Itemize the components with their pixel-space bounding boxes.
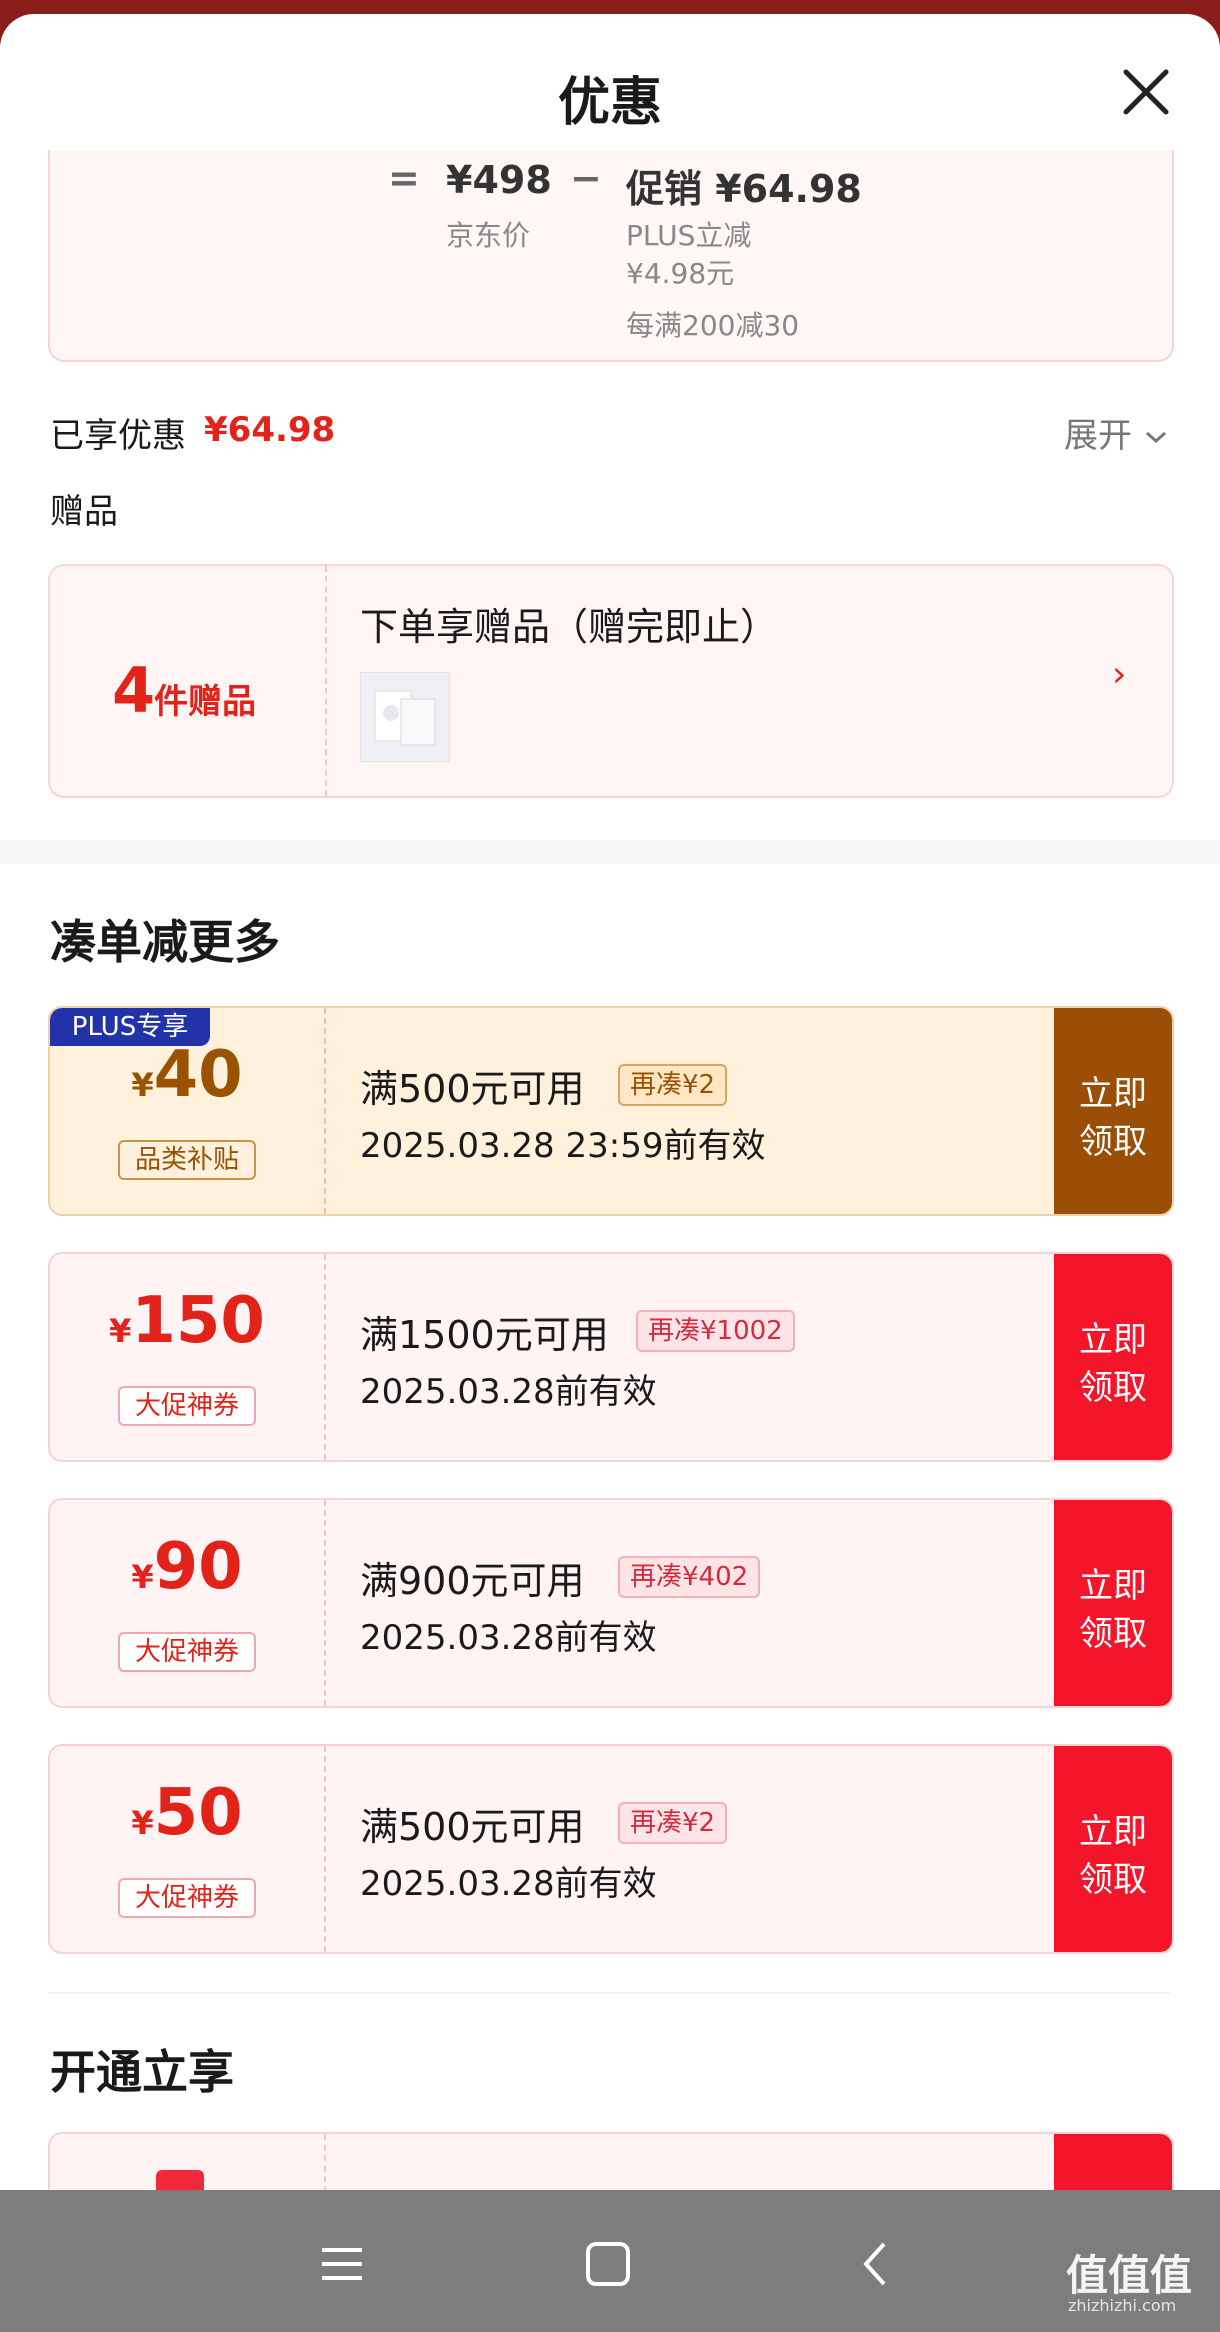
coupon-tag: 品类补贴 xyxy=(118,1140,256,1180)
coupon-value: 150 xyxy=(131,1284,265,1358)
jd-price-label: 京东价 xyxy=(446,219,531,252)
claim-button-line2: 领取 xyxy=(1079,1860,1147,1900)
expand-button[interactable]: 展开 xyxy=(1064,408,1169,457)
coupon-yen-sign: ¥ xyxy=(131,1558,154,1596)
coupon-card: ¥90 大促神券 满900元可用 再凑¥402 2025.03.28前有效 立即… xyxy=(48,1498,1174,1708)
coupon-condition: 满900元可用 xyxy=(360,1559,585,1603)
plus-discount-label: PLUS立减 xyxy=(626,219,752,252)
coupon-card: ¥150 大促神券 满1500元可用 再凑¥1002 2025.03.28前有效… xyxy=(48,1252,1174,1462)
gift-count-panel: 4 件赠品 xyxy=(50,566,327,796)
open-section-title: 开通立享 xyxy=(50,2045,234,2099)
plus-exclusive-badge: PLUS专享 xyxy=(50,1008,210,1046)
coupon-amount: ¥50 xyxy=(50,1776,324,1850)
home-icon[interactable] xyxy=(578,2236,638,2292)
coupon-diff-badge: 再凑¥1002 xyxy=(636,1310,795,1352)
claim-coupon-button[interactable]: 立即 领取 xyxy=(1054,1254,1172,1460)
claim-button-line1: 立即 xyxy=(1079,1320,1147,1360)
gift-thumbnail xyxy=(360,672,450,762)
coupon-diff-badge: 再凑¥2 xyxy=(618,1802,728,1844)
minus-sign: − xyxy=(570,156,602,200)
promo-amount: 促销 ¥64.98 xyxy=(626,167,862,211)
expand-label: 展开 xyxy=(1064,416,1132,456)
enjoyed-discount-label: 已享优惠 xyxy=(50,416,186,456)
jd-price: ¥498 xyxy=(446,158,552,202)
claim-button-line2: 领取 xyxy=(1079,1368,1147,1408)
claim-coupon-button[interactable]: 立即 领取 xyxy=(1054,1008,1172,1214)
bundle-section-title: 凑单减更多 xyxy=(50,915,280,969)
coupon-expiry: 2025.03.28前有效 xyxy=(360,1864,657,1904)
claim-button-line1: 立即 xyxy=(1079,1812,1147,1852)
coupon-condition: 满1500元可用 xyxy=(360,1313,609,1357)
gift-title: 下单享赠品（赠完即止） xyxy=(360,605,779,649)
coupon-expiry: 2025.03.28前有效 xyxy=(360,1618,657,1658)
coupon-condition: 满500元可用 xyxy=(360,1067,585,1111)
close-icon[interactable] xyxy=(1116,62,1176,122)
coupon-diff-badge: 再凑¥402 xyxy=(618,1556,761,1598)
gifts-label: 赠品 xyxy=(50,492,118,532)
claim-button-line1: 立即 xyxy=(1079,1074,1147,1114)
back-icon[interactable] xyxy=(846,2236,906,2292)
coupon-value: 50 xyxy=(153,1776,243,1850)
coupon-amount-panel: ¥150 大促神券 xyxy=(50,1254,326,1460)
claim-coupon-button[interactable]: 立即 领取 xyxy=(1054,1746,1172,1952)
coupon-expiry: 2025.03.28 23:59前有效 xyxy=(360,1126,766,1166)
coupon-yen-sign: ¥ xyxy=(131,1066,154,1104)
coupon-value: 90 xyxy=(153,1530,243,1604)
coupon-condition: 满500元可用 xyxy=(360,1805,585,1849)
coupon-value: 40 xyxy=(153,1038,243,1112)
coupon-tag: 大促神券 xyxy=(118,1878,256,1918)
sheet-title: 优惠 xyxy=(557,73,662,133)
system-navigation-bar xyxy=(0,2190,1220,2332)
gift-count-unit: 件赠品 xyxy=(154,682,256,722)
recent-apps-icon[interactable] xyxy=(312,2236,372,2292)
claim-button-line1: 立即 xyxy=(1079,1566,1147,1606)
gift-count: 4 xyxy=(112,654,156,727)
watermark-domain: zhizhizhi.com xyxy=(1068,2296,1177,2315)
coupon-amount-panel: ¥50 大促神券 xyxy=(50,1746,326,1952)
plus-discount-value: ¥4.98元 xyxy=(626,257,735,290)
claim-button-line2: 领取 xyxy=(1079,1614,1147,1654)
enjoyed-discount-amount: ¥64.98 xyxy=(204,410,336,450)
equals-sign: = xyxy=(388,156,420,200)
full-reduction-rule: 每满200减30 xyxy=(626,309,800,342)
coupon-expiry: 2025.03.28前有效 xyxy=(360,1372,657,1412)
gift-image-icon xyxy=(374,690,436,746)
coupon-amount: ¥90 xyxy=(50,1530,324,1604)
coupon-tag: 大促神券 xyxy=(118,1632,256,1672)
watermark-logo: 值值值 xyxy=(1066,2251,1193,2300)
gift-card[interactable]: 4 件赠品 下单享赠品（赠完即止） › xyxy=(48,564,1174,798)
coupon-amount: ¥150 xyxy=(50,1284,324,1358)
coupon-yen-sign: ¥ xyxy=(109,1312,132,1350)
coupon-amount: ¥40 xyxy=(50,1038,324,1112)
section-divider xyxy=(48,1992,1170,1994)
coupon-yen-sign: ¥ xyxy=(131,1804,154,1842)
chevron-down-icon xyxy=(1145,431,1166,444)
coupon-amount-panel: ¥90 大促神券 xyxy=(50,1500,326,1706)
coupon-tag: 大促神券 xyxy=(118,1386,256,1426)
claim-coupon-button[interactable]: 立即 领取 xyxy=(1054,1500,1172,1706)
price-breakdown-card xyxy=(48,150,1174,362)
section-divider xyxy=(0,840,1220,864)
chevron-right-icon: › xyxy=(1112,654,1127,695)
claim-button-line2: 领取 xyxy=(1079,1122,1147,1162)
coupon-card: ¥40 品类补贴 PLUS专享 满500元可用 再凑¥2 2025.03.28 … xyxy=(48,1006,1174,1216)
coupon-diff-badge: 再凑¥2 xyxy=(618,1064,728,1106)
coupon-card: ¥50 大促神券 满500元可用 再凑¥2 2025.03.28前有效 立即 领… xyxy=(48,1744,1174,1954)
